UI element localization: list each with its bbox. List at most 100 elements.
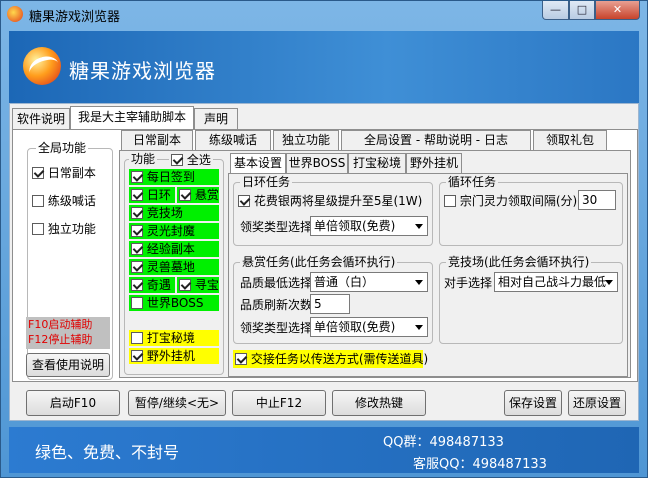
- function-group: 功能 全选 每日签到 日环 悬赏 竞技场 灵光封魔 经验副本 灵兽墓地 奇遇 寻…: [124, 152, 224, 375]
- chevron-down-icon: [415, 325, 423, 330]
- checkbox-label: 寻宝: [194, 278, 219, 292]
- func-seal-demon[interactable]: 灵光封魔: [131, 223, 195, 239]
- checkbox-icon: [32, 166, 44, 179]
- checkbox-icon: [131, 206, 143, 219]
- checkbox-label: 宗门灵力领取间隔(分): [459, 194, 578, 208]
- star-upgrade-checkbox[interactable]: 花费银两将星级提升至5星(1W): [238, 193, 422, 209]
- select-value: 普通（白）: [314, 275, 375, 289]
- maximize-button[interactable]: □: [569, 1, 595, 20]
- tab-gift[interactable]: 领取礼包: [533, 130, 607, 150]
- select-all-checkbox[interactable]: 全选: [169, 152, 213, 168]
- select-value: 单倍领取(免费): [314, 219, 396, 233]
- arena-group: 竞技场(此任务会循环执行) 对手选择 相对自己战斗力最低: [439, 255, 623, 344]
- checkbox-label: 全选: [186, 153, 211, 167]
- checkbox-label: 奇遇: [146, 278, 171, 292]
- tab-treasure-realm[interactable]: 打宝秘境: [348, 153, 406, 173]
- daily-reward-select[interactable]: 单倍领取(免费): [310, 216, 428, 236]
- opponent-select[interactable]: 相对自己战斗力最低: [494, 272, 618, 292]
- checkbox-label: 灵光封魔: [146, 224, 195, 238]
- minimize-button[interactable]: —: [542, 1, 569, 20]
- slogan: 绿色、免费、不封号: [35, 443, 180, 462]
- bounty-group: 悬赏任务(此任务会循环执行) 品质最低选择 普通（白） 品质刷新次数 5 领奖类…: [233, 255, 433, 344]
- start-button[interactable]: 启动F10: [26, 390, 120, 416]
- tab-leveling-shout[interactable]: 练级喊话: [195, 130, 271, 150]
- tab-script[interactable]: 我是大主宰辅助脚本: [70, 106, 194, 130]
- func-bounty[interactable]: 悬赏: [179, 187, 219, 203]
- tab-daily-dungeon[interactable]: 日常副本: [121, 130, 193, 150]
- checkbox-icon: [131, 242, 143, 255]
- bounty-title: 悬赏任务(此任务会循环执行): [240, 255, 398, 269]
- checkbox-icon: [131, 260, 143, 273]
- checkbox-label: 练级喊话: [47, 194, 96, 208]
- global-daily-checkbox[interactable]: 日常副本: [32, 165, 96, 181]
- func-world-boss[interactable]: 世界BOSS: [131, 295, 204, 311]
- arena-title: 竞技场(此任务会循环执行): [446, 255, 592, 269]
- hotkey-stop-note: F12停止辅助: [28, 333, 93, 346]
- help-button[interactable]: 查看使用说明: [26, 353, 110, 377]
- edit-hotkey-button[interactable]: 修改热键: [332, 390, 426, 416]
- tab-field-idle[interactable]: 野外挂机: [406, 153, 462, 173]
- tab-world-boss[interactable]: 世界BOSS: [286, 153, 348, 173]
- tab-global-settings[interactable]: 全局设置 - 帮助说明 - 日志: [341, 130, 531, 150]
- func-arena[interactable]: 竞技场: [131, 205, 183, 221]
- sect-interval-input[interactable]: 30: [578, 190, 616, 210]
- footer-banner: 绿色、免费、不封号 QQ群：498487133 客服QQ：498487133: [9, 427, 639, 473]
- func-encounter[interactable]: 奇遇: [131, 277, 171, 293]
- hotkey-start-note: F10启动辅助: [28, 318, 93, 331]
- checkbox-label: 独立功能: [47, 222, 96, 236]
- bounty-reward-select[interactable]: 单倍领取(免费): [310, 317, 428, 337]
- global-independent-checkbox[interactable]: 独立功能: [32, 221, 96, 237]
- checkbox-label: 日常副本: [47, 166, 96, 180]
- header-banner: 糖果游戏浏览器: [9, 31, 639, 103]
- title-bar: 糖果游戏浏览器 — □ ✕: [1, 1, 647, 27]
- cycle-task-title: 循环任务: [446, 175, 499, 189]
- func-field-idle[interactable]: 野外挂机: [131, 348, 195, 364]
- func-treasure[interactable]: 寻宝: [179, 277, 219, 293]
- checkbox-icon: [179, 188, 191, 201]
- tab-software-info[interactable]: 软件说明: [12, 108, 70, 130]
- service-qq: 客服QQ：498487133: [413, 457, 547, 472]
- func-daily-signin[interactable]: 每日签到: [131, 169, 195, 185]
- chevron-down-icon: [605, 280, 613, 285]
- func-daily-ring[interactable]: 日环: [131, 187, 171, 203]
- select-value: 单倍领取(免费): [314, 320, 396, 334]
- select-value: 相对自己战斗力最低: [498, 275, 607, 289]
- tab-basic-settings[interactable]: 基本设置: [230, 153, 286, 173]
- main-panel: 软件说明 我是大主宰辅助脚本 声明 全局功能 日常副本 练级喊话 独立功能 F1…: [9, 103, 639, 421]
- sect-power-checkbox[interactable]: 宗门灵力领取间隔(分): [444, 193, 577, 209]
- checkbox-icon: [32, 222, 44, 235]
- daily-ring-group: 日环任务 花费银两将星级提升至5星(1W) 领奖类型选择 单倍领取(免费): [233, 175, 433, 246]
- checkbox-icon: [131, 188, 143, 201]
- refresh-label: 品质刷新次数: [240, 298, 313, 312]
- global-leveling-checkbox[interactable]: 练级喊话: [32, 193, 96, 209]
- quality-select[interactable]: 普通（白）: [310, 272, 428, 292]
- checkbox-icon: [444, 194, 456, 207]
- restore-settings-button[interactable]: 还原设置: [568, 390, 626, 416]
- transport-checkbox[interactable]: 交接任务以传送方式(需传送道具): [235, 351, 428, 367]
- window-title: 糖果游戏浏览器: [29, 10, 121, 25]
- checkbox-label: 交接任务以传送方式(需传送道具): [250, 352, 429, 366]
- func-exp-dungeon[interactable]: 经验副本: [131, 241, 195, 257]
- checkbox-icon: [131, 224, 143, 237]
- stop-button[interactable]: 中止F12: [232, 390, 326, 416]
- checkbox-icon: [32, 194, 44, 207]
- function-title: 功能: [129, 152, 158, 166]
- checkbox-label: 悬赏: [194, 188, 219, 202]
- global-functions-title: 全局功能: [36, 141, 89, 155]
- checkbox-icon: [131, 349, 143, 362]
- func-beast-tomb[interactable]: 灵兽墓地: [131, 259, 195, 275]
- checkbox-label: 花费银两将星级提升至5星(1W): [253, 194, 423, 208]
- daily-dungeon-panel: 功能 全选 每日签到 日环 悬赏 竞技场 灵光封魔 经验副本 灵兽墓地 奇遇 寻…: [119, 150, 631, 378]
- refresh-count-input[interactable]: 5: [310, 294, 350, 314]
- checkbox-label: 野外挂机: [146, 349, 195, 363]
- close-button[interactable]: ✕: [595, 1, 640, 20]
- quality-label: 品质最低选择: [240, 276, 313, 290]
- tab-independent[interactable]: 独立功能: [273, 130, 339, 150]
- pause-resume-button[interactable]: 暂停/继续<无>: [128, 390, 226, 416]
- tab-statement[interactable]: 声明: [194, 108, 238, 130]
- func-treasure-realm[interactable]: 打宝秘境: [131, 330, 195, 346]
- cycle-task-group: 循环任务 宗门灵力领取间隔(分) 30: [439, 175, 623, 246]
- opponent-label: 对手选择: [444, 276, 493, 290]
- checkbox-icon: [235, 352, 247, 365]
- save-settings-button[interactable]: 保存设置: [504, 390, 562, 416]
